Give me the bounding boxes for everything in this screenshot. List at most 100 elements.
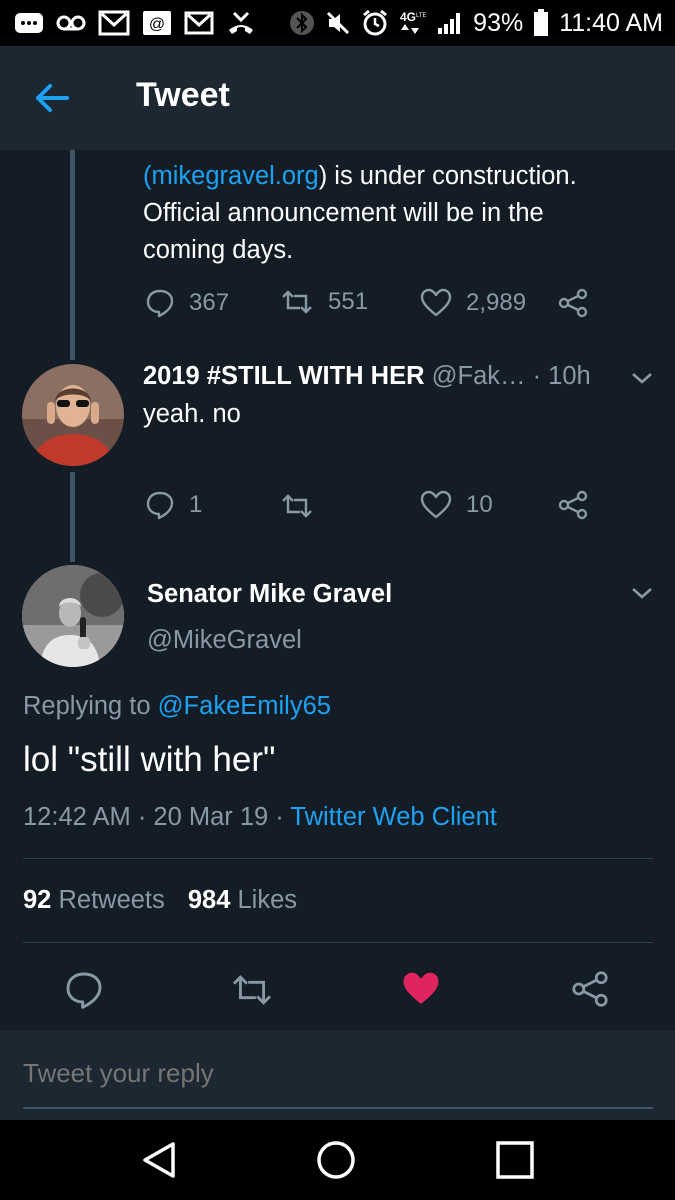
client-link[interactable]: Twitter Web Client — [290, 803, 496, 831]
like-button[interactable] — [401, 970, 441, 1013]
like-count: 10 — [466, 491, 493, 518]
tweet-text-segment: ) is under construction. — [318, 162, 577, 190]
engagement-stats: 92 Retweets 984 Likes — [23, 886, 297, 915]
share-icon — [572, 971, 608, 1007]
retweet-icon — [282, 494, 312, 518]
retweets-stat[interactable]: 92 Retweets — [23, 886, 165, 914]
display-name[interactable]: Senator Mike Gravel — [147, 580, 392, 609]
retweet-action[interactable] — [280, 492, 314, 520]
retweet-total: 92 — [23, 886, 52, 914]
gmail-icon — [184, 11, 214, 35]
reply-action[interactable]: 1 — [145, 490, 202, 520]
avatar[interactable] — [22, 364, 124, 466]
handle[interactable]: @MikeGravel — [147, 626, 302, 655]
email-icon: @ — [142, 10, 172, 36]
divider — [23, 858, 653, 859]
tweet-text-line: coming days. — [143, 236, 294, 264]
circle-home-icon — [317, 1141, 355, 1179]
mention-link[interactable]: @FakeEmily65 — [158, 692, 331, 720]
battery-icon — [533, 9, 549, 37]
reply-icon — [146, 289, 174, 318]
like-count: 2,989 — [466, 289, 527, 316]
retweet-icon — [232, 975, 272, 1005]
heart-filled-icon — [403, 972, 439, 1004]
heart-icon — [420, 288, 452, 317]
chevron-down-icon — [632, 588, 652, 599]
like-label: Likes — [237, 886, 298, 914]
replying-prefix: Replying to — [23, 692, 151, 720]
signal-icon — [437, 11, 463, 35]
share-icon — [558, 288, 588, 318]
share-action[interactable] — [557, 288, 589, 318]
tweet-meta: 12:42 AM · 20 Mar 19 · Twitter Web Clien… — [23, 803, 497, 832]
triangle-back-icon — [143, 1142, 175, 1178]
reply-tweet-text: yeah. no — [143, 400, 241, 428]
likes-stat[interactable]: 984 Likes — [188, 886, 297, 914]
handle[interactable]: @Fak… — [432, 362, 526, 390]
retweet-label: Retweets — [58, 886, 165, 914]
retweet-action[interactable]: 551 — [280, 288, 368, 316]
notification-icons: @ — [14, 8, 256, 38]
share-icon — [558, 490, 588, 520]
status-bar: @ 4G LTE 93% 11:40 AM — [0, 0, 675, 46]
thread-line — [70, 150, 75, 360]
like-action[interactable]: 2,989 — [420, 288, 526, 318]
paren-text: ( — [143, 162, 152, 190]
bluetooth-icon — [289, 10, 315, 36]
mute-icon — [325, 10, 351, 36]
reply-button[interactable] — [64, 970, 104, 1015]
reply-count: 367 — [189, 289, 230, 316]
svg-text:@: @ — [149, 16, 165, 33]
caret-button[interactable] — [630, 370, 654, 391]
heart-icon — [420, 490, 452, 519]
like-action[interactable]: 10 — [420, 490, 493, 520]
reply-tweet-header: 2019 #STILL WITH HER @Fak… · 10h — [143, 362, 591, 391]
app-bar: Tweet — [0, 46, 675, 150]
battery-percent: 93% — [473, 8, 524, 37]
tweet-link[interactable]: mikegravel.org — [152, 162, 319, 190]
main-tweet-text: lol "still with her" — [23, 740, 276, 779]
reply-action[interactable]: 367 — [145, 288, 229, 318]
missed-call-icon — [226, 10, 256, 36]
reply-input[interactable] — [23, 1058, 643, 1089]
square-recents-icon — [496, 1141, 534, 1179]
reply-icon — [66, 972, 102, 1009]
back-arrow-icon — [36, 84, 69, 112]
page-title: Tweet — [136, 76, 230, 114]
nav-back-button[interactable] — [137, 1138, 181, 1182]
parent-tweet-text: (mikegravel.org) is under construction. … — [143, 158, 643, 269]
tweet-text-line: (mikegravel.org) is under construction. — [143, 158, 643, 195]
back-button[interactable] — [30, 76, 74, 120]
clock: 11:40 AM — [559, 8, 663, 37]
reply-count: 1 — [189, 491, 203, 518]
nav-recents-button[interactable] — [493, 1138, 537, 1182]
divider — [23, 942, 653, 943]
retweet-icon — [282, 290, 312, 314]
reply-input-underline — [23, 1107, 653, 1109]
like-total: 984 — [187, 886, 231, 914]
network-type-icon: 4G LTE — [399, 10, 427, 36]
svg-text:4G: 4G — [400, 10, 416, 24]
nav-home-button[interactable] — [314, 1138, 358, 1182]
share-action[interactable] — [557, 490, 589, 520]
tweet-text-line: Official announcement will be in the — [143, 199, 544, 227]
svg-text:LTE: LTE — [416, 13, 427, 19]
gmail-icon — [98, 10, 130, 36]
alarm-icon — [361, 9, 389, 37]
tweet-action-bar — [0, 950, 675, 1030]
chevron-down-icon — [632, 373, 652, 384]
retweet-button[interactable] — [230, 972, 274, 1013]
thread-line — [70, 472, 75, 562]
system-indicators: 4G LTE 93% 11:40 AM — [289, 8, 663, 38]
voicemail-icon — [56, 13, 86, 33]
replying-to: Replying to @FakeEmily65 — [23, 692, 331, 721]
display-name[interactable]: 2019 #STILL WITH HER — [143, 362, 425, 390]
retweet-count: 551 — [328, 288, 369, 315]
system-nav-bar — [0, 1120, 675, 1200]
caret-button[interactable] — [630, 585, 654, 606]
tweet-time: · 10h — [532, 362, 591, 390]
share-button[interactable] — [570, 970, 610, 1013]
reply-icon — [146, 491, 174, 520]
avatar[interactable] — [22, 565, 124, 667]
message-icon — [14, 11, 44, 35]
